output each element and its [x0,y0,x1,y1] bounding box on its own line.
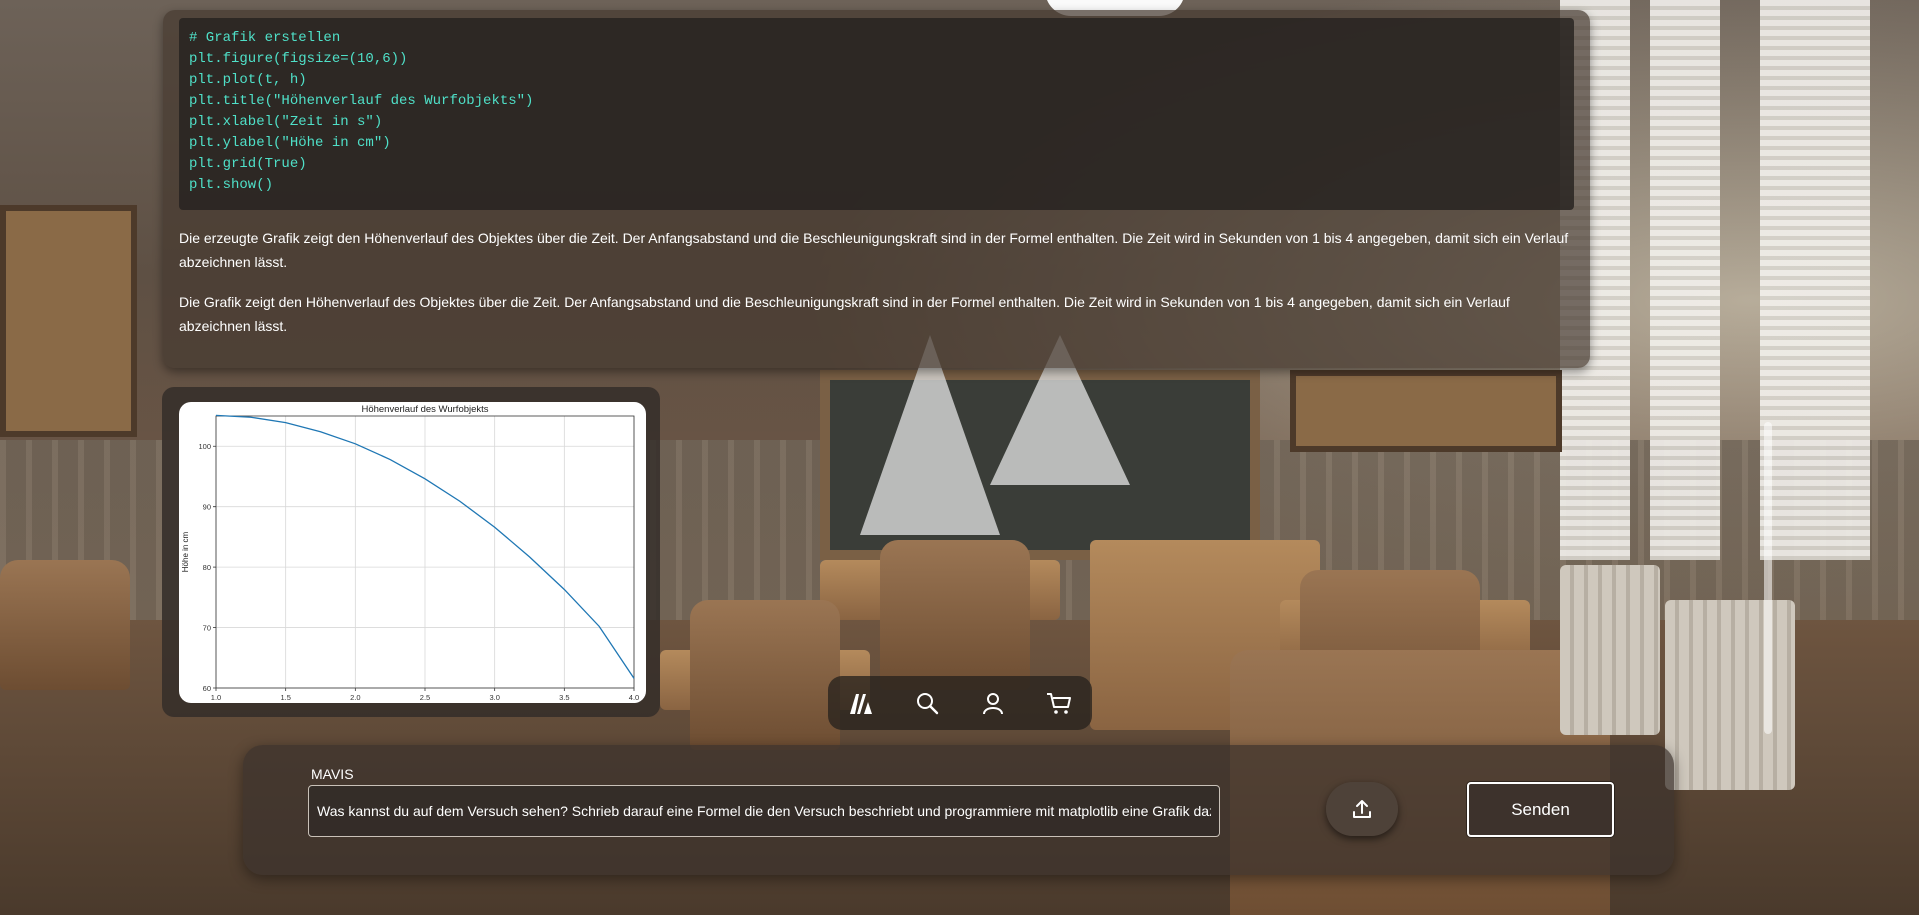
search-icon [917,693,939,715]
y-tick-label: 70 [203,624,211,633]
answer-paragraph-2: Die Grafik zeigt den Höhenverlauf des Ob… [179,294,1510,334]
chat-response-panel: # Grafik erstellen plt.figure(figsize=(1… [163,10,1590,368]
user-icon [983,693,1003,715]
x-tick-label: 2.0 [350,693,360,702]
y-tick-label: 80 [203,563,211,572]
code-line: plt.figure(figsize=(10,6)) [189,51,408,67]
x-tick-label: 1.0 [211,693,221,702]
cart-icon [1047,693,1071,714]
chart-title: Höhenverlauf des Wurfobjekts [361,404,488,415]
code-line: plt.plot(t, h) [189,72,307,88]
upload-icon [1353,800,1371,818]
plot-card: Höhenverlauf des Wurfobjekts 1.0 1.5 2.0 2.5… [179,402,646,703]
x-tick-label: 1.5 [280,693,290,702]
y-tick-label: 100 [198,442,211,451]
plot-frame: Höhenverlauf des Wurfobjekts 1.0 1.5 2.0 2.5… [162,387,660,717]
nav-home-button[interactable] [839,681,883,725]
upload-button[interactable] [1326,782,1398,836]
code-line: plt.xlabel("Zeit in s") [189,114,383,130]
logo-icon [850,694,872,714]
code-line: plt.show() [189,177,274,193]
nav-search-button[interactable] [905,681,949,725]
x-tick-label: 4.0 [629,693,639,702]
code-line: plt.title("Höhenverlauf des Wurfobjekts"… [189,93,534,109]
answer-paragraph-1: Die erzeugte Grafik zeigt den Höhenverla… [179,230,1569,270]
code-line: plt.grid(True) [189,156,307,172]
bottom-nav [828,676,1092,730]
code-line: plt.ylabel("Höhe in cm") [189,135,391,151]
code-line: # Grafik erstellen [189,30,341,46]
x-tick-label: 3.0 [489,693,499,702]
line-chart: Höhenverlauf des Wurfobjekts 1.0 1.5 2.0 2.5… [181,404,639,702]
code-block: # Grafik erstellen plt.figure(figsize=(1… [179,18,1574,210]
input-label: MAVIS [311,766,354,782]
input-panel: MAVIS Senden [243,745,1674,875]
y-tick-label: 60 [203,684,211,693]
nav-cart-button[interactable] [1037,681,1081,725]
prompt-input[interactable] [308,785,1220,837]
scrollbar[interactable] [1764,422,1772,734]
nav-profile-button[interactable] [971,681,1015,725]
x-tick-label: 2.5 [420,693,430,702]
send-button[interactable]: Senden [1467,782,1614,837]
y-tick-label: 90 [203,503,211,512]
x-tick-label: 3.5 [559,693,569,702]
y-axis-label: Höhe in cm [181,531,190,572]
